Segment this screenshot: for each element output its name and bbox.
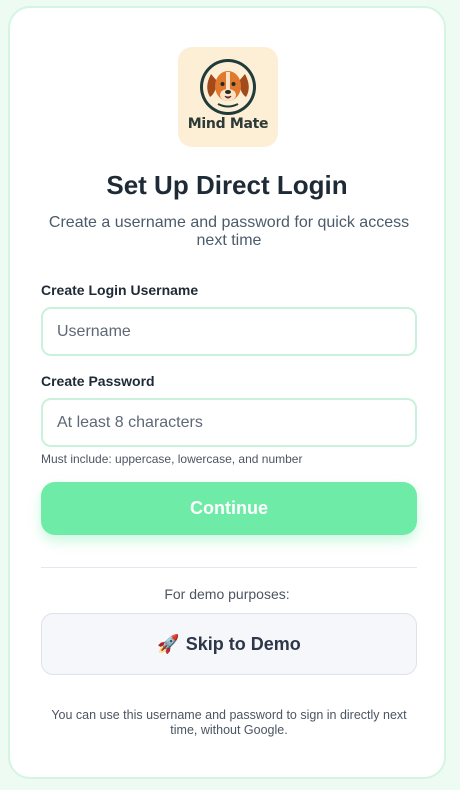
- mind-mate-logo: Mind Mate: [178, 47, 278, 147]
- skip-to-demo-label: Skip to Demo: [185, 633, 301, 654]
- demo-label: For demo purposes:: [164, 586, 290, 602]
- page-subtitle: Create a username and password for quick…: [48, 214, 410, 249]
- password-input[interactable]: [41, 398, 417, 447]
- rocket-icon: 🚀: [157, 633, 180, 655]
- page-title: Set Up Direct Login: [106, 170, 348, 200]
- dog-face-icon: [200, 59, 256, 115]
- divider: [41, 567, 417, 568]
- login-setup-card: Mind Mate Set Up Direct Login Create a u…: [8, 6, 446, 779]
- password-hint: Must include: uppercase, lowercase, and …: [41, 452, 303, 466]
- brand-name: Mind Mate: [187, 116, 269, 132]
- username-input[interactable]: [41, 307, 417, 356]
- username-label: Create Login Username: [41, 282, 199, 298]
- footer-note: You can use this username and password t…: [51, 708, 407, 737]
- skip-to-demo-button[interactable]: 🚀 Skip to Demo: [41, 613, 417, 675]
- continue-button[interactable]: Continue: [41, 482, 417, 535]
- password-label: Create Password: [41, 373, 155, 389]
